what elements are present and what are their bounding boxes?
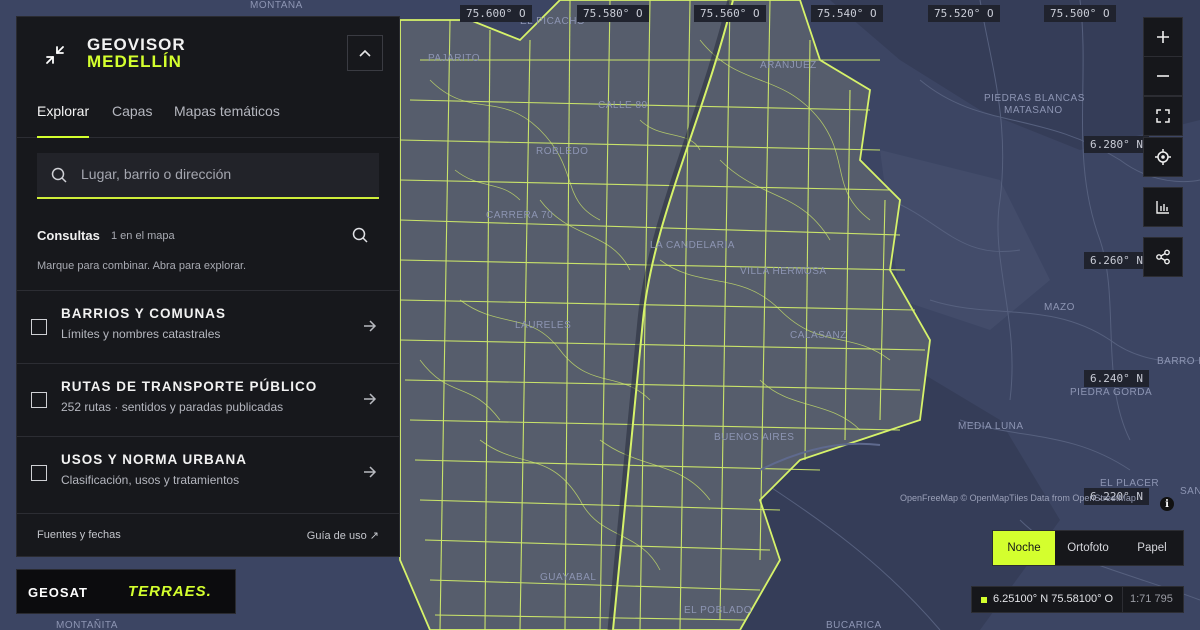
geosat-logo: GEOSAT xyxy=(28,585,88,600)
layer-title: RUTAS DE TRANSPORTE PÚBLICO xyxy=(61,379,318,394)
longitude-tag: 75.580° O xyxy=(577,5,649,22)
place-label: VILLA HERMOSA xyxy=(740,266,827,277)
place-label: LA CANDELARIA xyxy=(650,240,735,251)
longitude-tag: 75.600° O xyxy=(460,5,532,22)
longitude-tag: 75.560° O xyxy=(694,5,766,22)
layer-title: BARRIOS Y COMUNAS xyxy=(61,306,227,321)
divider xyxy=(1122,587,1123,612)
plus-icon xyxy=(1157,31,1169,43)
collapse-panel-button[interactable] xyxy=(347,35,383,71)
consultas-title: Consultas xyxy=(37,228,100,243)
layer-row-barrios[interactable]: BARRIOS Y COMUNAS Límites y nombres cata… xyxy=(17,290,399,364)
bar-chart-icon xyxy=(1156,201,1169,214)
layer-checkbox[interactable] xyxy=(31,319,47,335)
place-label: GUAYABAL xyxy=(540,572,597,583)
layer-row-usos[interactable]: USOS Y NORMA URBANA Clasificación, usos … xyxy=(17,436,399,510)
place-label: CALLE 80 xyxy=(598,100,648,111)
basemap-noche[interactable]: Noche xyxy=(993,531,1055,565)
place-label: SANTA ELENA xyxy=(1180,486,1200,497)
place-label: MAZO xyxy=(1044,302,1075,313)
side-panel: GEOVISOR MEDELLÍN Explorar Capas Mapas t… xyxy=(16,16,400,557)
search-input[interactable] xyxy=(79,165,363,183)
consultas-search-icon[interactable] xyxy=(352,227,368,243)
longitude-tag: 75.520° O xyxy=(928,5,1000,22)
consultas-hint: Marque para combinar. Abra para explorar… xyxy=(37,260,247,272)
coordinate-text: 6.25100° N 75.58100° O xyxy=(993,593,1114,605)
scale-text: 1:71 795 xyxy=(1130,593,1173,605)
app-title-line2: MEDELLÍN xyxy=(87,52,182,71)
place-label: LAURELES xyxy=(515,320,572,331)
share-button[interactable] xyxy=(1143,237,1183,277)
place-label: BARRO BL xyxy=(1157,356,1200,367)
place-label: MONTAÑA xyxy=(250,0,303,11)
place-label: BUCARICA xyxy=(826,620,882,630)
consultas-count: 1 en el mapa xyxy=(111,230,175,242)
layer-subtitle: 252 rutas · sentidos y paradas publicada… xyxy=(61,400,284,414)
map-attribution[interactable]: OpenFreeMap © OpenMapTiles Data from Ope… xyxy=(900,493,1136,503)
panel-tabs: Explorar Capas Mapas temáticos xyxy=(17,99,399,138)
place-label: CARRERA 70 xyxy=(486,210,554,221)
place-label: PAJARITO xyxy=(428,53,480,64)
info-icon[interactable]: i xyxy=(1160,497,1174,511)
terraes-logo: TERRAES. xyxy=(128,583,212,600)
arrow-right-icon[interactable] xyxy=(363,320,377,332)
chevron-up-icon xyxy=(359,49,371,57)
place-label: PIEDRA GORDA xyxy=(1070,387,1153,398)
basemap-papel[interactable]: Papel xyxy=(1121,531,1183,565)
logo-icon xyxy=(46,46,64,64)
place-label: PIEDRAS BLANCAS xyxy=(984,93,1085,104)
brand-logos: GEOSAT TERRAES. xyxy=(16,569,236,614)
chart-button[interactable] xyxy=(1143,187,1183,227)
layer-row-rutas[interactable]: RUTAS DE TRANSPORTE PÚBLICO 252 rutas · … xyxy=(17,363,399,437)
layer-checkbox[interactable] xyxy=(31,465,47,481)
arrow-right-icon[interactable] xyxy=(363,393,377,405)
zoom-out-button[interactable] xyxy=(1143,56,1183,96)
zoom-in-button[interactable] xyxy=(1143,17,1183,57)
place-label: EL POBLADO xyxy=(684,605,752,616)
latitude-tag: 6.240° N xyxy=(1084,370,1149,387)
layer-subtitle: Límites y nombres catastrales xyxy=(61,327,221,341)
latitude-tag: 6.280° N xyxy=(1084,136,1149,153)
place-label: MEDIA LUNA xyxy=(958,421,1024,432)
crosshair-icon xyxy=(1155,149,1171,165)
latitude-tag: 6.260° N xyxy=(1084,252,1149,269)
place-label: MONTAÑITA xyxy=(56,620,118,630)
panel-footer: Fuentes y fechas Guía de uso ↗ xyxy=(17,513,399,557)
layer-title: USOS Y NORMA URBANA xyxy=(61,452,248,467)
minus-icon xyxy=(1157,75,1169,77)
place-label: BUENOS AIRES xyxy=(714,432,795,443)
place-label: MATASANO xyxy=(1004,105,1063,116)
search-box xyxy=(37,153,379,199)
coordinate-marker xyxy=(981,597,987,603)
sources-link[interactable]: Fuentes y fechas xyxy=(37,529,121,541)
place-label: ARANJUEZ xyxy=(760,60,817,71)
basemap-ortofoto[interactable]: Ortofoto xyxy=(1055,531,1121,565)
place-label: CALASANZ xyxy=(790,330,847,341)
fullscreen-icon xyxy=(1156,109,1170,123)
longitude-tag: 75.500° O xyxy=(1044,5,1116,22)
coordinate-readout: 6.25100° N 75.58100° O 1:71 795 xyxy=(971,586,1184,613)
basemap-switcher: Noche Ortofoto Papel xyxy=(992,530,1184,566)
tab-capas[interactable]: Capas xyxy=(112,103,152,136)
place-label: ROBLEDO xyxy=(536,146,589,157)
locate-button[interactable] xyxy=(1143,137,1183,177)
fullscreen-button[interactable] xyxy=(1143,96,1183,136)
search-icon xyxy=(51,167,67,183)
tab-mapas-tematicos[interactable]: Mapas temáticos xyxy=(174,103,280,136)
guide-link[interactable]: Guía de uso ↗ xyxy=(307,529,379,542)
longitude-tag: 75.540° O xyxy=(811,5,883,22)
layer-subtitle: Clasificación, usos y tratamientos xyxy=(61,473,240,487)
share-icon xyxy=(1156,249,1170,265)
tab-explorar[interactable]: Explorar xyxy=(37,103,90,138)
arrow-right-icon[interactable] xyxy=(363,466,377,478)
layer-checkbox[interactable] xyxy=(31,392,47,408)
